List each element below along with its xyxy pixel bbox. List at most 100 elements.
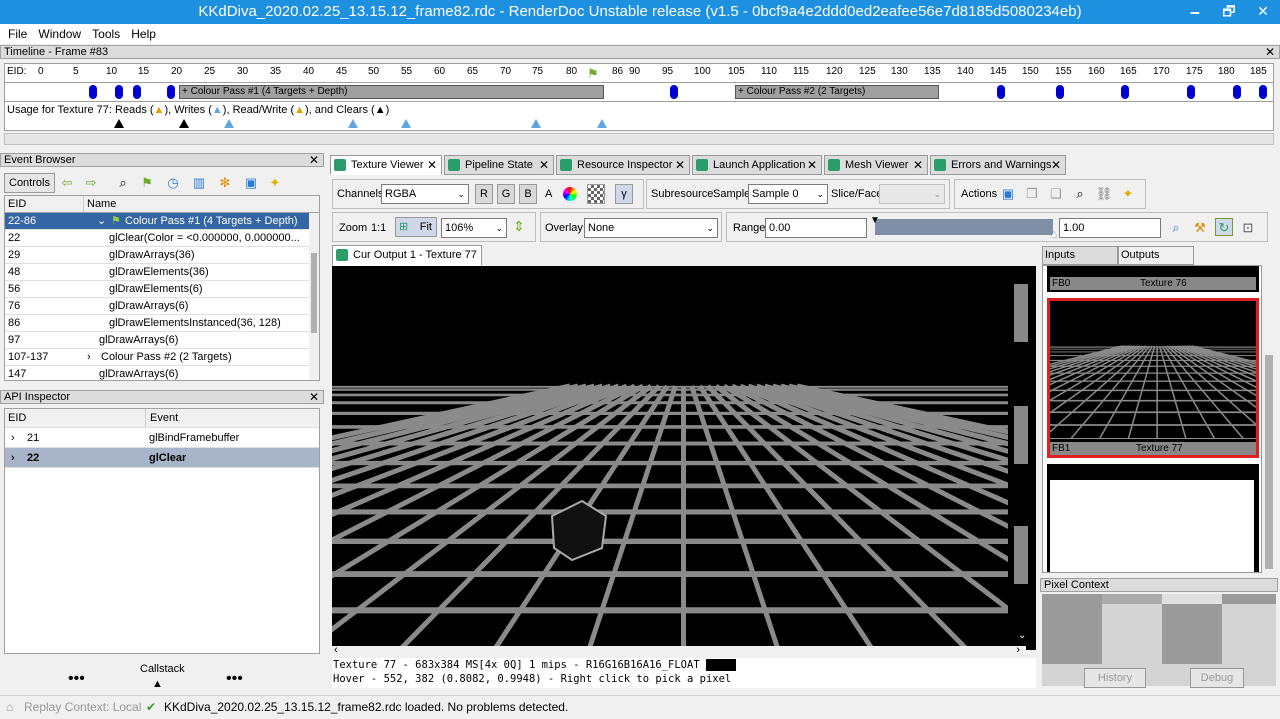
columns-icon[interactable]: ▥: [190, 174, 208, 192]
close-icon[interactable]: ✕: [913, 156, 923, 174]
range-max-handle[interactable]: ▲: [1049, 229, 1059, 240]
event-row[interactable]: 76 glDrawArrays(6): [5, 298, 319, 315]
menu-help[interactable]: Help: [123, 24, 156, 41]
event-marker[interactable]: [115, 85, 123, 99]
minimize-button[interactable]: 🗕: [1178, 0, 1212, 24]
range-min-field[interactable]: 0.00: [765, 218, 867, 238]
open-icon[interactable]: ❏: [1047, 185, 1065, 203]
checkerboard-icon[interactable]: [587, 184, 605, 204]
scroll-down-icon[interactable]: ⌄: [1018, 630, 1026, 641]
zoom-1to1-button[interactable]: 1:1: [371, 218, 386, 238]
range-min-handle[interactable]: ▼: [870, 215, 880, 226]
menu-file[interactable]: File: [0, 24, 27, 41]
tab-mesh-viewer[interactable]: Mesh Viewer ✕: [824, 155, 928, 175]
tab-errors-warnings[interactable]: Errors and Warnings ✕: [930, 155, 1066, 175]
callstack-dots-right[interactable]: •••: [226, 670, 243, 688]
sample-select[interactable]: Sample 0 ⌄: [748, 184, 828, 204]
reset-range-icon[interactable]: ↻: [1215, 218, 1233, 236]
close-button[interactable]: ✕: [1246, 0, 1280, 24]
gamma-toggle[interactable]: γ: [615, 184, 633, 204]
tab-launch-application[interactable]: Launch Application ✕: [692, 155, 822, 175]
save-texture-icon[interactable]: ▣: [999, 185, 1017, 203]
tab-outputs[interactable]: Outputs: [1118, 246, 1194, 265]
channel-r-toggle[interactable]: R: [475, 184, 493, 204]
puzzle-icon[interactable]: ✦: [266, 174, 284, 192]
texture-viewport[interactable]: ⌄: [332, 266, 1036, 650]
colour-pass-1-bar[interactable]: + Colour Pass #1 (4 Targets + Depth): [179, 85, 604, 99]
fit-button[interactable]: ⊞ Fit: [395, 217, 437, 237]
close-icon[interactable]: ✕: [807, 156, 817, 174]
api-row[interactable]: › 21 glBindFramebuffer: [5, 428, 319, 448]
event-marker[interactable]: [1233, 85, 1241, 99]
range-histogram-slider[interactable]: [875, 219, 1053, 235]
event-marker[interactable]: [1121, 85, 1129, 99]
thumbnail-fb1-selected[interactable]: FB1 Texture 77: [1043, 298, 1261, 458]
close-icon[interactable]: ✕: [1051, 156, 1061, 174]
event-list-scrollbar[interactable]: [309, 213, 319, 380]
api-inspector-close-icon[interactable]: ✕: [309, 391, 319, 403]
expand-chevron-icon[interactable]: ›: [87, 349, 91, 365]
viewport-vscroll[interactable]: ⌄: [1008, 266, 1036, 650]
histogram-icon[interactable]: ⊡: [1239, 219, 1257, 237]
menu-window[interactable]: Window: [30, 24, 81, 41]
timeline-pass-row[interactable]: + Colour Pass #1 (4 Targets + Depth) + C…: [4, 82, 1274, 102]
event-marker[interactable]: [1259, 85, 1267, 99]
color-wheel-icon[interactable]: [563, 187, 577, 201]
find-binoculars-icon[interactable]: ⌕: [114, 174, 132, 192]
colour-pass-2-bar[interactable]: + Colour Pass #2 (2 Targets): [735, 85, 939, 99]
event-row[interactable]: 147 glDrawArrays(6): [5, 366, 319, 380]
expand-chevron-icon[interactable]: ›: [11, 448, 15, 468]
scroll-right-icon[interactable]: ›: [1016, 644, 1020, 656]
callstack-dots-left[interactable]: •••: [68, 670, 85, 688]
tab-resource-inspector[interactable]: Resource Inspector ✕: [556, 155, 690, 175]
forward-arrow-icon[interactable]: ⇨: [82, 174, 100, 192]
timeline-scrollbar[interactable]: [4, 133, 1274, 145]
event-row[interactable]: 97 glDrawArrays(6): [5, 332, 319, 349]
controls-button[interactable]: Controls: [4, 173, 55, 193]
event-marker[interactable]: [997, 85, 1005, 99]
event-marker[interactable]: [167, 85, 175, 99]
event-row[interactable]: 22-86 ⌄ ⚑ Colour Pass #1 (4 Targets + Depth…: [5, 213, 319, 230]
settings-gear-icon[interactable]: ✻: [216, 174, 234, 192]
back-arrow-icon[interactable]: ⇦: [58, 174, 76, 192]
zoom-range-icon[interactable]: ⌕: [1167, 219, 1185, 237]
api-row-selected[interactable]: › 22 glClear: [5, 448, 319, 468]
callstack-label[interactable]: Callstack: [140, 663, 185, 675]
overlay-select[interactable]: None ⌄: [584, 218, 718, 238]
range-max-field[interactable]: 1.00: [1059, 218, 1161, 238]
event-row[interactable]: 86 glDrawElementsInstanced(36, 128): [5, 315, 319, 332]
copy-icon[interactable]: ❐: [1023, 185, 1041, 203]
tab-texture-viewer[interactable]: Texture Viewer ✕: [330, 155, 442, 175]
channel-g-toggle[interactable]: G: [497, 184, 515, 204]
callstack-toggle-icon[interactable]: ▲: [152, 678, 163, 690]
viewport-hscroll[interactable]: ‹ ›: [332, 644, 1026, 658]
timeline-close-icon[interactable]: ✕: [1265, 46, 1275, 58]
channel-a-toggle[interactable]: A: [545, 184, 552, 204]
col-eid[interactable]: EID: [8, 196, 26, 212]
event-marker[interactable]: [670, 85, 678, 99]
replay-context-label[interactable]: Replay Context: Local: [24, 696, 141, 718]
event-row[interactable]: 22 glClear(Color = <0.000000, 0.000000...: [5, 230, 319, 247]
expand-chevron-icon[interactable]: ⌄: [97, 213, 106, 229]
event-row[interactable]: 56 glDrawElements(6): [5, 281, 319, 298]
thumbnail-fb0[interactable]: FB0 Texture 76: [1047, 266, 1259, 292]
scroll-left-icon[interactable]: ‹: [334, 644, 338, 656]
event-marker[interactable]: [133, 85, 141, 99]
col-name[interactable]: Name: [83, 196, 116, 212]
api-col-eid[interactable]: EID: [8, 409, 26, 427]
timeline-eid-row[interactable]: EID: 0 5 10 15 20 25 30 35 40 45 50 55 60 65 70 75 80 86 9…: [4, 63, 1274, 83]
thumbnails-scrollbar[interactable]: [1262, 265, 1276, 573]
event-marker[interactable]: [1056, 85, 1064, 99]
event-row[interactable]: 48 glDrawElements(36): [5, 264, 319, 281]
timer-icon[interactable]: ◷: [164, 174, 182, 192]
event-marker[interactable]: [1187, 85, 1195, 99]
flip-arrows-icon[interactable]: ⇕: [513, 218, 525, 235]
thumbnail-fb2[interactable]: [1047, 464, 1259, 572]
channels-select[interactable]: RGBA ⌄: [381, 184, 469, 204]
maximize-button[interactable]: 🗗: [1212, 0, 1246, 24]
puzzle-icon[interactable]: ✦: [1119, 185, 1137, 203]
expand-chevron-icon[interactable]: ›: [11, 428, 15, 448]
api-col-event[interactable]: Event: [145, 409, 178, 427]
menu-tools[interactable]: Tools: [84, 24, 120, 41]
tab-pipeline-state[interactable]: Pipeline State ✕: [444, 155, 554, 175]
